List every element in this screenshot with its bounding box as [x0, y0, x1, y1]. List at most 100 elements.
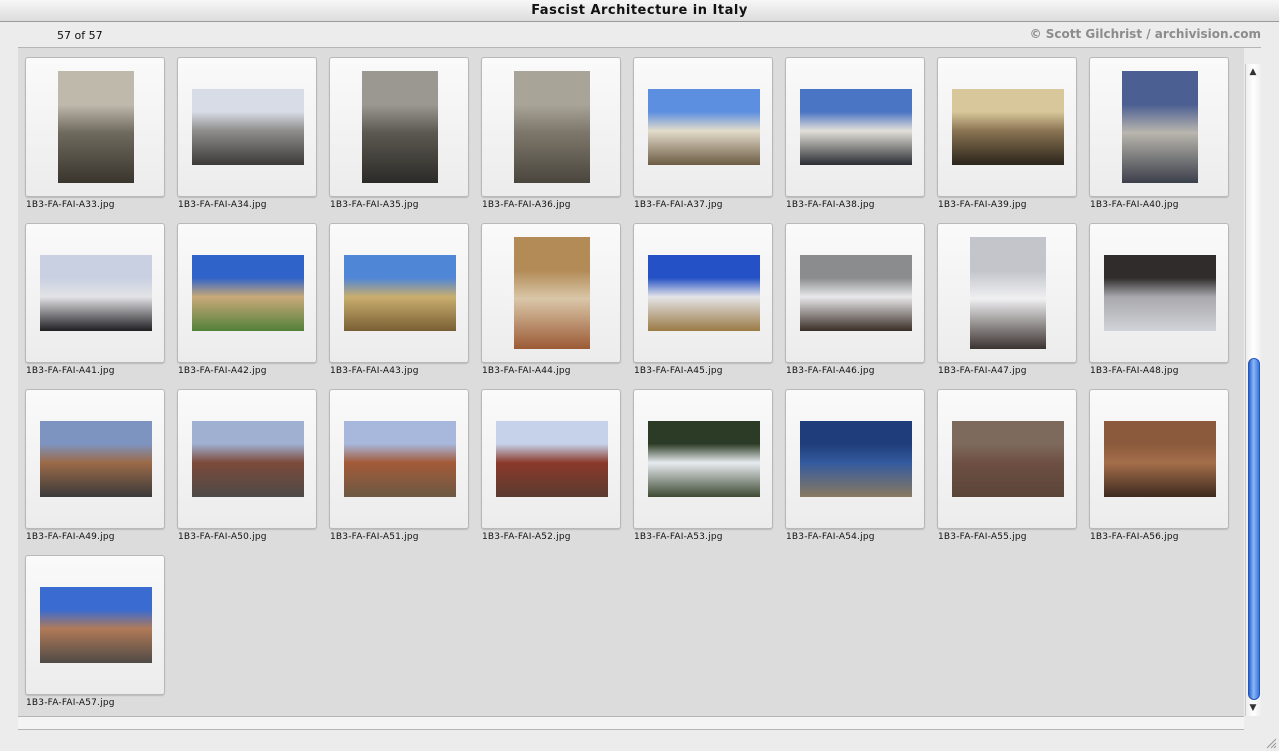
thumbnail-image[interactable] — [952, 89, 1064, 165]
thumbnail-image[interactable] — [344, 255, 456, 331]
thumbnail-image[interactable] — [1104, 421, 1216, 497]
slide-mount[interactable] — [785, 223, 925, 363]
thumbnail-item[interactable]: 1B3-FA-FAI-A39.jpg — [930, 48, 1082, 210]
thumbnail-filename: 1B3-FA-FAI-A42.jpg — [178, 366, 267, 376]
slide-mount[interactable] — [633, 389, 773, 529]
thumbnail-item[interactable]: 1B3-FA-FAI-A33.jpg — [18, 48, 170, 210]
thumbnail-image[interactable] — [40, 587, 152, 663]
thumbnail-filename: 1B3-FA-FAI-A41.jpg — [26, 366, 115, 376]
thumbnail-filename: 1B3-FA-FAI-A36.jpg — [482, 200, 571, 210]
slide-mount[interactable] — [1089, 57, 1229, 197]
slide-mount[interactable] — [481, 57, 621, 197]
thumbnail-filename: 1B3-FA-FAI-A49.jpg — [26, 532, 115, 542]
thumbnail-item[interactable]: 1B3-FA-FAI-A48.jpg — [1082, 214, 1234, 376]
thumbnail-image[interactable] — [514, 237, 590, 349]
thumbnail-item[interactable]: 1B3-FA-FAI-A45.jpg — [626, 214, 778, 376]
thumbnail-image[interactable] — [970, 237, 1046, 349]
copyright-notice: © Scott Gilchrist / archivision.com — [1029, 27, 1261, 41]
thumbnail-filename: 1B3-FA-FAI-A39.jpg — [938, 200, 1027, 210]
thumbnail-filename: 1B3-FA-FAI-A53.jpg — [634, 532, 723, 542]
thumbnail-item[interactable]: 1B3-FA-FAI-A34.jpg — [170, 48, 322, 210]
thumbnail-image[interactable] — [800, 255, 912, 331]
thumbnail-filename: 1B3-FA-FAI-A48.jpg — [1090, 366, 1179, 376]
slide-mount[interactable] — [177, 223, 317, 363]
slide-mount[interactable] — [633, 223, 773, 363]
slide-mount[interactable] — [1089, 223, 1229, 363]
thumbnail-image[interactable] — [648, 255, 760, 331]
slide-mount[interactable] — [785, 57, 925, 197]
slide-mount[interactable] — [25, 223, 165, 363]
image-count: 57 of 57 — [57, 29, 103, 42]
thumbnail-image[interactable] — [648, 421, 760, 497]
slide-mount[interactable] — [937, 223, 1077, 363]
thumbnail-item[interactable]: 1B3-FA-FAI-A54.jpg — [778, 380, 930, 542]
slide-mount[interactable] — [785, 389, 925, 529]
slide-mount[interactable] — [481, 389, 621, 529]
slide-mount[interactable] — [633, 57, 773, 197]
scroll-up-arrow-icon[interactable]: ▲ — [1245, 64, 1261, 80]
slide-mount[interactable] — [329, 389, 469, 529]
thumbnail-item[interactable]: 1B3-FA-FAI-A47.jpg — [930, 214, 1082, 376]
resize-grip-icon[interactable] — [1265, 737, 1277, 749]
thumbnail-item[interactable]: 1B3-FA-FAI-A52.jpg — [474, 380, 626, 542]
thumbnail-item[interactable]: 1B3-FA-FAI-A41.jpg — [18, 214, 170, 376]
thumbnail-item[interactable]: 1B3-FA-FAI-A38.jpg — [778, 48, 930, 210]
thumbnail-image[interactable] — [362, 71, 438, 183]
thumbnail-item[interactable]: 1B3-FA-FAI-A49.jpg — [18, 380, 170, 542]
thumbnail-item[interactable]: 1B3-FA-FAI-A51.jpg — [322, 380, 474, 542]
slide-mount[interactable] — [329, 223, 469, 363]
thumbnail-filename: 1B3-FA-FAI-A37.jpg — [634, 200, 723, 210]
thumbnail-item[interactable]: 1B3-FA-FAI-A55.jpg — [930, 380, 1082, 542]
thumbnail-item[interactable]: 1B3-FA-FAI-A50.jpg — [170, 380, 322, 542]
thumbnail-item[interactable]: 1B3-FA-FAI-A36.jpg — [474, 48, 626, 210]
thumbnail-image[interactable] — [192, 421, 304, 497]
thumbnail-image[interactable] — [40, 255, 152, 331]
thumbnail-image[interactable] — [514, 71, 590, 183]
thumbnail-filename: 1B3-FA-FAI-A34.jpg — [178, 200, 267, 210]
info-bar: 57 of 57 © Scott Gilchrist / archivision… — [0, 23, 1279, 47]
thumbnail-filename: 1B3-FA-FAI-A45.jpg — [634, 366, 723, 376]
thumbnail-image[interactable] — [58, 71, 134, 183]
thumbnail-image[interactable] — [344, 421, 456, 497]
thumbnail-filename: 1B3-FA-FAI-A54.jpg — [786, 532, 875, 542]
slide-mount[interactable] — [25, 57, 165, 197]
thumbnail-item[interactable]: 1B3-FA-FAI-A43.jpg — [322, 214, 474, 376]
thumbnail-filename: 1B3-FA-FAI-A52.jpg — [482, 532, 571, 542]
thumbnail-item[interactable]: 1B3-FA-FAI-A40.jpg — [1082, 48, 1234, 210]
thumbnail-image[interactable] — [1122, 71, 1198, 183]
thumbnail-item[interactable]: 1B3-FA-FAI-A37.jpg — [626, 48, 778, 210]
scrollbar-thumb[interactable] — [1248, 358, 1260, 700]
thumbnail-image[interactable] — [800, 89, 912, 165]
thumbnail-filename: 1B3-FA-FAI-A50.jpg — [178, 532, 267, 542]
thumbnail-item[interactable]: 1B3-FA-FAI-A44.jpg — [474, 214, 626, 376]
slide-mount[interactable] — [937, 57, 1077, 197]
thumbnail-item[interactable]: 1B3-FA-FAI-A35.jpg — [322, 48, 474, 210]
thumbnail-image[interactable] — [192, 89, 304, 165]
slide-mount[interactable] — [177, 389, 317, 529]
thumbnail-image[interactable] — [648, 89, 760, 165]
thumbnail-image[interactable] — [192, 255, 304, 331]
slide-mount[interactable] — [1089, 389, 1229, 529]
slide-mount[interactable] — [177, 57, 317, 197]
thumbnail-item[interactable]: 1B3-FA-FAI-A42.jpg — [170, 214, 322, 376]
thumbnail-grid-view: 1B3-FA-FAI-A33.jpg 1B3-FA-FAI-A34.jpg 1B3-… — [18, 48, 1244, 716]
thumbnail-filename: 1B3-FA-FAI-A43.jpg — [330, 366, 419, 376]
thumbnail-image[interactable] — [1104, 255, 1216, 331]
slide-mount[interactable] — [937, 389, 1077, 529]
thumbnail-filename: 1B3-FA-FAI-A56.jpg — [1090, 532, 1179, 542]
thumbnail-image[interactable] — [496, 421, 608, 497]
slide-mount[interactable] — [25, 555, 165, 695]
slide-mount[interactable] — [481, 223, 621, 363]
thumbnail-image[interactable] — [40, 421, 152, 497]
thumbnail-item[interactable]: 1B3-FA-FAI-A56.jpg — [1082, 380, 1234, 542]
thumbnail-item[interactable]: 1B3-FA-FAI-A53.jpg — [626, 380, 778, 542]
thumbnail-item[interactable]: 1B3-FA-FAI-A57.jpg — [18, 546, 170, 708]
thumbnail-filename: 1B3-FA-FAI-A35.jpg — [330, 200, 419, 210]
thumbnail-image[interactable] — [952, 421, 1064, 497]
thumbnail-image[interactable] — [800, 421, 912, 497]
slide-mount[interactable] — [329, 57, 469, 197]
thumbnail-filename: 1B3-FA-FAI-A51.jpg — [330, 532, 419, 542]
scroll-down-arrow-icon[interactable]: ▼ — [1245, 700, 1261, 716]
slide-mount[interactable] — [25, 389, 165, 529]
thumbnail-item[interactable]: 1B3-FA-FAI-A46.jpg — [778, 214, 930, 376]
